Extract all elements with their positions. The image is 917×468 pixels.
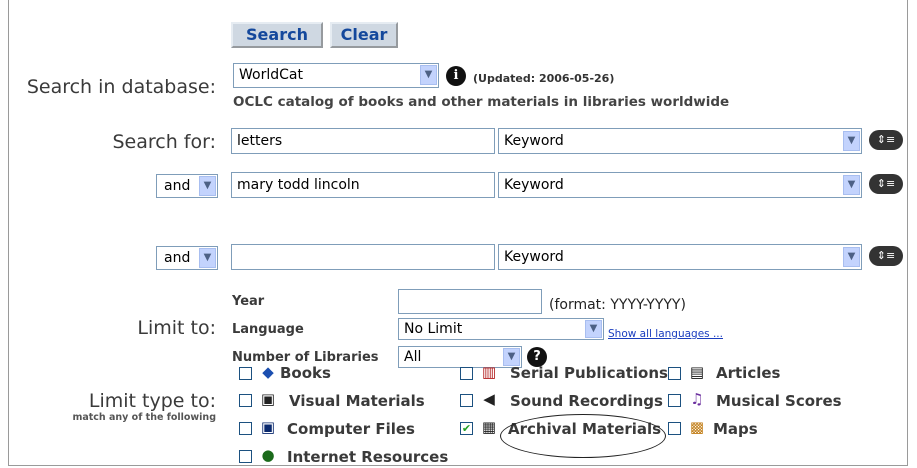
database-select-value: WorldCat [239, 67, 303, 83]
language-select[interactable]: No Limit ▼ [398, 318, 604, 340]
type-label-internet-resources: Internet Resources [287, 448, 449, 466]
index-browse-icon[interactable]: ⇕≡ [869, 246, 903, 266]
year-format-hint: (format: YYYY-YYYY) [549, 297, 686, 313]
libraries-label: Number of Libraries [232, 350, 379, 365]
database-label: Search in database: [26, 76, 216, 98]
type-label-sound-recordings: Sound Recordings [510, 392, 663, 410]
type-label-visual-materials: Visual Materials [289, 392, 425, 410]
boolean-operator-value-2: and [164, 178, 191, 194]
libraries-select[interactable]: All ▼ [398, 346, 522, 368]
boolean-operator-select-2[interactable]: and ▼ [156, 174, 218, 198]
chevron-down-icon: ▼ [843, 247, 860, 267]
year-input[interactable] [398, 289, 542, 314]
clear-button[interactable]: Clear [330, 22, 398, 48]
chevron-down-icon: ▼ [420, 65, 437, 85]
type-label-computer-files: Computer Files [287, 420, 415, 438]
search-index-select-3[interactable]: Keyword ▼ [498, 244, 862, 270]
boolean-operator-select-3[interactable]: and ▼ [156, 246, 218, 270]
search-term-input-1[interactable]: letters [231, 128, 495, 154]
chevron-down-icon: ▼ [199, 248, 216, 268]
sound-recordings-icon: ◀ [483, 390, 495, 408]
visual-materials-icon: ▣ [260, 390, 276, 408]
search-index-value-1: Keyword [504, 133, 564, 149]
annotation-circle [500, 414, 666, 458]
type-label-maps: Maps [713, 420, 758, 438]
limit-to-label: Limit to: [137, 317, 216, 339]
checkbox-visual-materials[interactable] [239, 394, 252, 407]
libraries-select-value: All [404, 349, 422, 365]
checkbox-internet-resources[interactable] [239, 450, 252, 463]
chevron-down-icon: ▼ [843, 175, 860, 195]
language-label: Language [232, 322, 304, 337]
computer-files-icon: ▣ [260, 418, 276, 436]
checkbox-maps[interactable] [668, 422, 681, 435]
type-label-articles: Articles [716, 364, 781, 382]
limit-type-sublabel: match any of the following [72, 412, 216, 423]
boolean-operator-value-3: and [164, 250, 191, 266]
checkbox-books[interactable] [239, 367, 252, 380]
info-icon[interactable]: i [446, 66, 466, 86]
checkbox-sound-recordings[interactable] [460, 394, 473, 407]
search-index-value-2: Keyword [504, 177, 564, 193]
database-select[interactable]: WorldCat ▼ [233, 63, 439, 88]
year-label: Year [232, 294, 265, 309]
checkbox-serial-publications[interactable] [460, 367, 473, 380]
language-select-value: No Limit [404, 321, 463, 337]
articles-icon: ▤ [689, 363, 705, 381]
type-label-musical-scores: Musical Scores [716, 392, 842, 410]
index-browse-icon[interactable]: ⇕≡ [869, 130, 903, 150]
type-label-books: Books [280, 364, 331, 382]
checkbox-computer-files[interactable] [239, 422, 252, 435]
search-index-select-1[interactable]: Keyword ▼ [498, 128, 862, 154]
books-icon: ◆ [262, 363, 274, 381]
search-index-value-3: Keyword [504, 249, 564, 265]
musical-scores-icon: ♫ [690, 390, 704, 408]
chevron-down-icon: ▼ [843, 131, 860, 151]
database-updated: (Updated: 2006-05-26) [473, 72, 615, 85]
database-description: OCLC catalog of books and other material… [233, 94, 730, 110]
search-for-label: Search for: [112, 131, 216, 153]
search-term-input-2[interactable]: mary todd lincoln [231, 172, 495, 198]
checkbox-archival-materials[interactable]: ✔ [460, 422, 473, 435]
show-all-languages-link[interactable]: Show all languages ... [608, 328, 723, 340]
chevron-down-icon: ▼ [199, 176, 216, 196]
maps-icon: ▩ [689, 418, 705, 436]
search-button[interactable]: Search [231, 22, 323, 48]
internet-resources-icon: ● [261, 446, 275, 464]
chevron-down-icon: ▼ [585, 320, 602, 338]
serial-publications-icon: ▥ [481, 363, 497, 381]
checkbox-musical-scores[interactable] [668, 394, 681, 407]
limit-type-label: Limit type to: [88, 390, 216, 412]
archival-materials-icon: ▦ [481, 418, 497, 436]
index-browse-icon[interactable]: ⇕≡ [869, 174, 903, 194]
checkbox-articles[interactable] [668, 367, 681, 380]
type-label-serial-publications: Serial Publications [510, 364, 668, 382]
search-index-select-2[interactable]: Keyword ▼ [498, 172, 862, 198]
search-term-input-3[interactable] [231, 244, 495, 270]
